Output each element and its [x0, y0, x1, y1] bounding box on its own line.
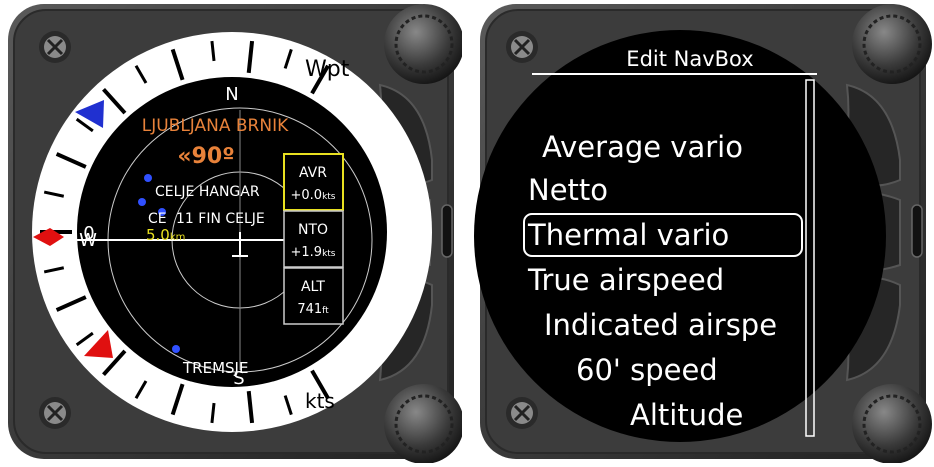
vario-minor-tick	[210, 402, 216, 424]
waypoint-name: LJUBLJANA BRNIK	[142, 116, 289, 136]
waypoint-bearing: «90º	[177, 144, 234, 169]
usb-slot	[441, 204, 453, 258]
menu-option[interactable]: Altitude	[630, 398, 743, 432]
waypoint-dot	[172, 345, 180, 353]
menu-option[interactable]: 60' speed	[576, 353, 718, 387]
map-label: CE	[148, 211, 167, 227]
bottom-rotary-knob[interactable]	[384, 384, 464, 464]
menu-option[interactable]: Average vario	[542, 130, 743, 164]
vario-minor-tick	[210, 40, 216, 62]
navbox-label: NTO	[298, 222, 328, 238]
vario-tick-label: 2	[131, 329, 142, 350]
vario-tick-label: 5	[298, 99, 309, 120]
waypoint-dot	[144, 174, 152, 182]
menu-title: Edit NavBox	[626, 47, 753, 71]
map-label: TREMSJE	[182, 359, 248, 377]
top-rotary-knob[interactable]	[852, 4, 932, 84]
navbox-nto[interactable]: NTO +1.9kts	[283, 210, 344, 268]
right-instrument: Edit NavBox Average vario Netto Thermal …	[472, 0, 934, 464]
menu-option[interactable]: Netto	[528, 173, 608, 207]
map-label: 11 FIN CELJE	[176, 211, 265, 227]
navbox-avr[interactable]: AVR +0.0kts	[283, 153, 344, 211]
scale-label-bottom: kts	[305, 389, 335, 413]
usb-slot	[911, 204, 923, 258]
vario-tick-label: 2	[131, 117, 142, 138]
menu-option[interactable]: Indicated airspe	[544, 308, 777, 342]
screw-icon	[39, 31, 71, 63]
navbox-alt[interactable]: ALT 741ft	[283, 267, 344, 325]
compass-west: W	[79, 230, 97, 251]
screw-icon	[39, 397, 71, 429]
navbox-label: AVR	[299, 165, 327, 181]
top-rotary-knob[interactable]	[384, 4, 464, 84]
screw-icon	[506, 31, 538, 63]
screw-icon	[506, 397, 538, 429]
menu-option-selected[interactable]: Thermal vario	[527, 218, 729, 252]
vario-tick-label: 1	[96, 281, 107, 302]
vario-tick-label: 3	[182, 87, 193, 108]
waypoint-dot	[138, 198, 146, 206]
vario-tick-label: 1	[96, 165, 107, 186]
navbox-label: ALT	[301, 279, 325, 295]
left-instrument: 54321012345 Wpt kts N W S LJUBLJANA BRNI…	[0, 0, 464, 464]
map-label: CELJE HANGAR	[155, 184, 260, 200]
vario-tick-label: 4	[241, 81, 252, 102]
compass-north: N	[225, 84, 238, 105]
menu-option[interactable]: True airspeed	[527, 263, 724, 297]
bottom-rotary-knob[interactable]	[852, 384, 932, 464]
scale-label-top: Wpt	[305, 57, 350, 82]
